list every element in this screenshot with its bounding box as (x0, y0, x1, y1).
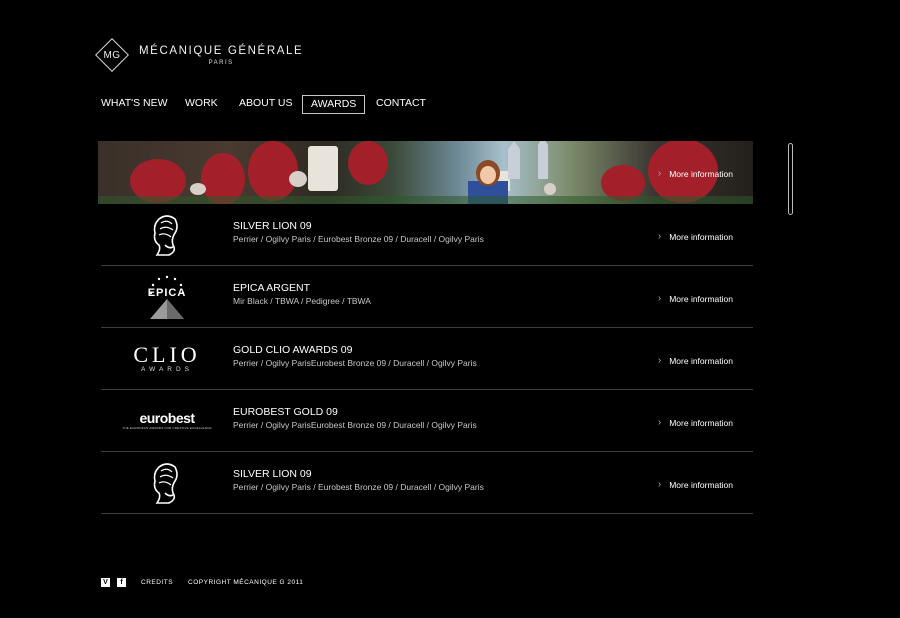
scrollbar[interactable] (788, 143, 793, 215)
more-information-label: More information (669, 355, 733, 366)
featured-banner[interactable]: › More information (98, 141, 753, 204)
brand-name: MÉCANIQUE GÉNÉRALE (139, 44, 304, 57)
cannes-lion-icon (119, 452, 215, 513)
cannes-lion-icon (119, 204, 215, 265)
vimeo-icon[interactable]: V (101, 577, 110, 587)
chevron-right-icon: › (657, 479, 662, 490)
chevron-right-icon: › (657, 293, 662, 304)
more-information-label: More information (669, 417, 733, 428)
award-title: GOLD CLIO AWARDS 09 (233, 344, 353, 356)
copyright-text: COPYRIGHT MÉCANIQUE G 2011 (188, 578, 304, 586)
award-row[interactable]: eurobest THE EUROPEAN AWARDS FOR CREATIV… (101, 390, 753, 452)
award-row[interactable]: SILVER LION 09 Perrier / Ogilvy Paris / … (101, 452, 753, 514)
award-credits: Perrier / Ogilvy Paris / Eurobest Bronze… (233, 482, 484, 492)
more-information-label: More information (669, 231, 733, 242)
award-title: EPICA ARGENT (233, 282, 311, 294)
eurobest-logo-text: eurobest (139, 410, 195, 426)
more-information-label: More information (669, 293, 733, 304)
award-title: EUROBEST GOLD 09 (233, 406, 338, 418)
more-information-link[interactable]: › More information (658, 231, 733, 242)
more-information-link[interactable]: › More information (658, 293, 733, 304)
award-row[interactable]: SILVER LION 09 Perrier / Ogilvy Paris / … (101, 204, 753, 266)
chevron-right-icon: › (657, 168, 662, 179)
banner-image (98, 141, 753, 204)
chevron-right-icon: › (657, 231, 662, 242)
footer: V f CREDITS COPYRIGHT MÉCANIQUE G 2011 (101, 576, 303, 588)
award-title: SILVER LION 09 (233, 468, 312, 480)
eurobest-logo: eurobest THE EUROPEAN AWARDS FOR CREATIV… (119, 390, 215, 451)
logo-mark-text: MG (103, 49, 121, 61)
award-title: SILVER LION 09 (233, 220, 312, 232)
more-information-link[interactable]: › More information (658, 417, 733, 428)
brand-logo[interactable]: MG MÉCANIQUE GÉNÉRALE PARIS (95, 38, 303, 72)
more-information-link[interactable]: › More information (658, 355, 733, 366)
award-row[interactable]: EPICA EPICA ARGENT Mir Black / TBWA / Pe… (101, 266, 753, 328)
credits-link[interactable]: CREDITS (141, 579, 173, 586)
award-credits: Mir Black / TBWA / Pedigree / TBWA (233, 296, 371, 306)
clio-logo-text: CLIO (133, 341, 201, 367)
award-credits: Perrier / Ogilvy ParisEurobest Bronze 09… (233, 420, 477, 430)
award-credits: Perrier / Ogilvy ParisEurobest Bronze 09… (233, 358, 477, 368)
more-information-label: More information (669, 479, 733, 490)
eurobest-logo-subtext: THE EUROPEAN AWARDS FOR CREATIVE EXCELLE… (122, 426, 212, 430)
award-row[interactable]: CLIO AWARDS GOLD CLIO AWARDS 09 Perrier … (101, 328, 753, 390)
facebook-icon[interactable]: f (117, 577, 126, 587)
epica-logo: EPICA (119, 266, 215, 327)
nav-item-about-us[interactable]: ABOUT US (239, 95, 292, 112)
epica-logo-text: EPICA (147, 287, 187, 299)
more-information-link[interactable]: › More information (658, 479, 733, 490)
clio-logo: CLIO AWARDS (119, 328, 215, 389)
nav-item-whats-new[interactable]: WHAT'S NEW (101, 95, 168, 112)
more-information-label: More information (669, 168, 733, 179)
nav-item-work[interactable]: WORK (185, 95, 218, 112)
awards-list: SILVER LION 09 Perrier / Ogilvy Paris / … (101, 204, 753, 514)
chevron-right-icon: › (657, 417, 662, 428)
brand-city: PARIS (208, 59, 234, 66)
clio-logo-subtext: AWARDS (140, 365, 194, 373)
award-credits: Perrier / Ogilvy Paris / Eurobest Bronze… (233, 234, 484, 244)
nav-item-contact[interactable]: CONTACT (376, 95, 426, 112)
chevron-right-icon: › (657, 355, 662, 366)
banner-more-information-link[interactable]: › More information (658, 168, 733, 179)
mg-diamond-logo-icon: MG (95, 38, 129, 72)
nav-item-awards[interactable]: AWARDS (302, 95, 366, 114)
